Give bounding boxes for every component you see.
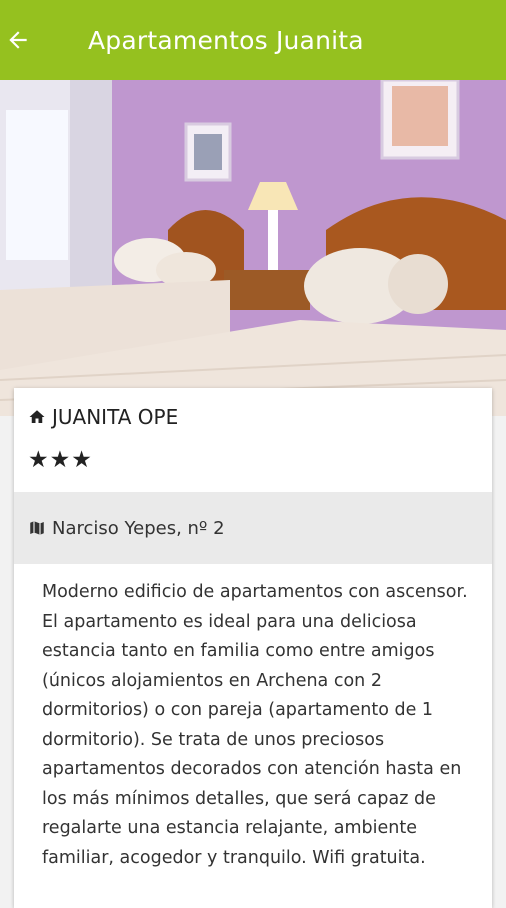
home-icon: [29, 410, 45, 423]
address-text: Narciso Yepes, nº 2: [52, 517, 225, 539]
arrow-left-icon: [9, 31, 27, 49]
map-icon: [30, 521, 44, 535]
back-button[interactable]: [0, 0, 50, 80]
listing-name: JUANITA OPE: [52, 405, 179, 429]
app-title: Apartamentos Juanita: [88, 25, 364, 55]
bedroom-photo: [0, 80, 506, 416]
star-rating: ★★★: [28, 447, 93, 473]
listing-description: Moderno edificio de apartamentos con asc…: [42, 582, 468, 868]
listing-card: JUANITA OPE ★★★ Narciso Yepes, nº 2 Mode…: [14, 388, 492, 908]
listing-name-row: JUANITA OPE: [28, 405, 478, 429]
app-bar: Apartamentos Juanita: [0, 0, 506, 80]
address-row[interactable]: Narciso Yepes, nº 2: [14, 492, 492, 564]
hotel-photo: [0, 80, 506, 416]
listing-header: JUANITA OPE ★★★: [14, 388, 492, 492]
